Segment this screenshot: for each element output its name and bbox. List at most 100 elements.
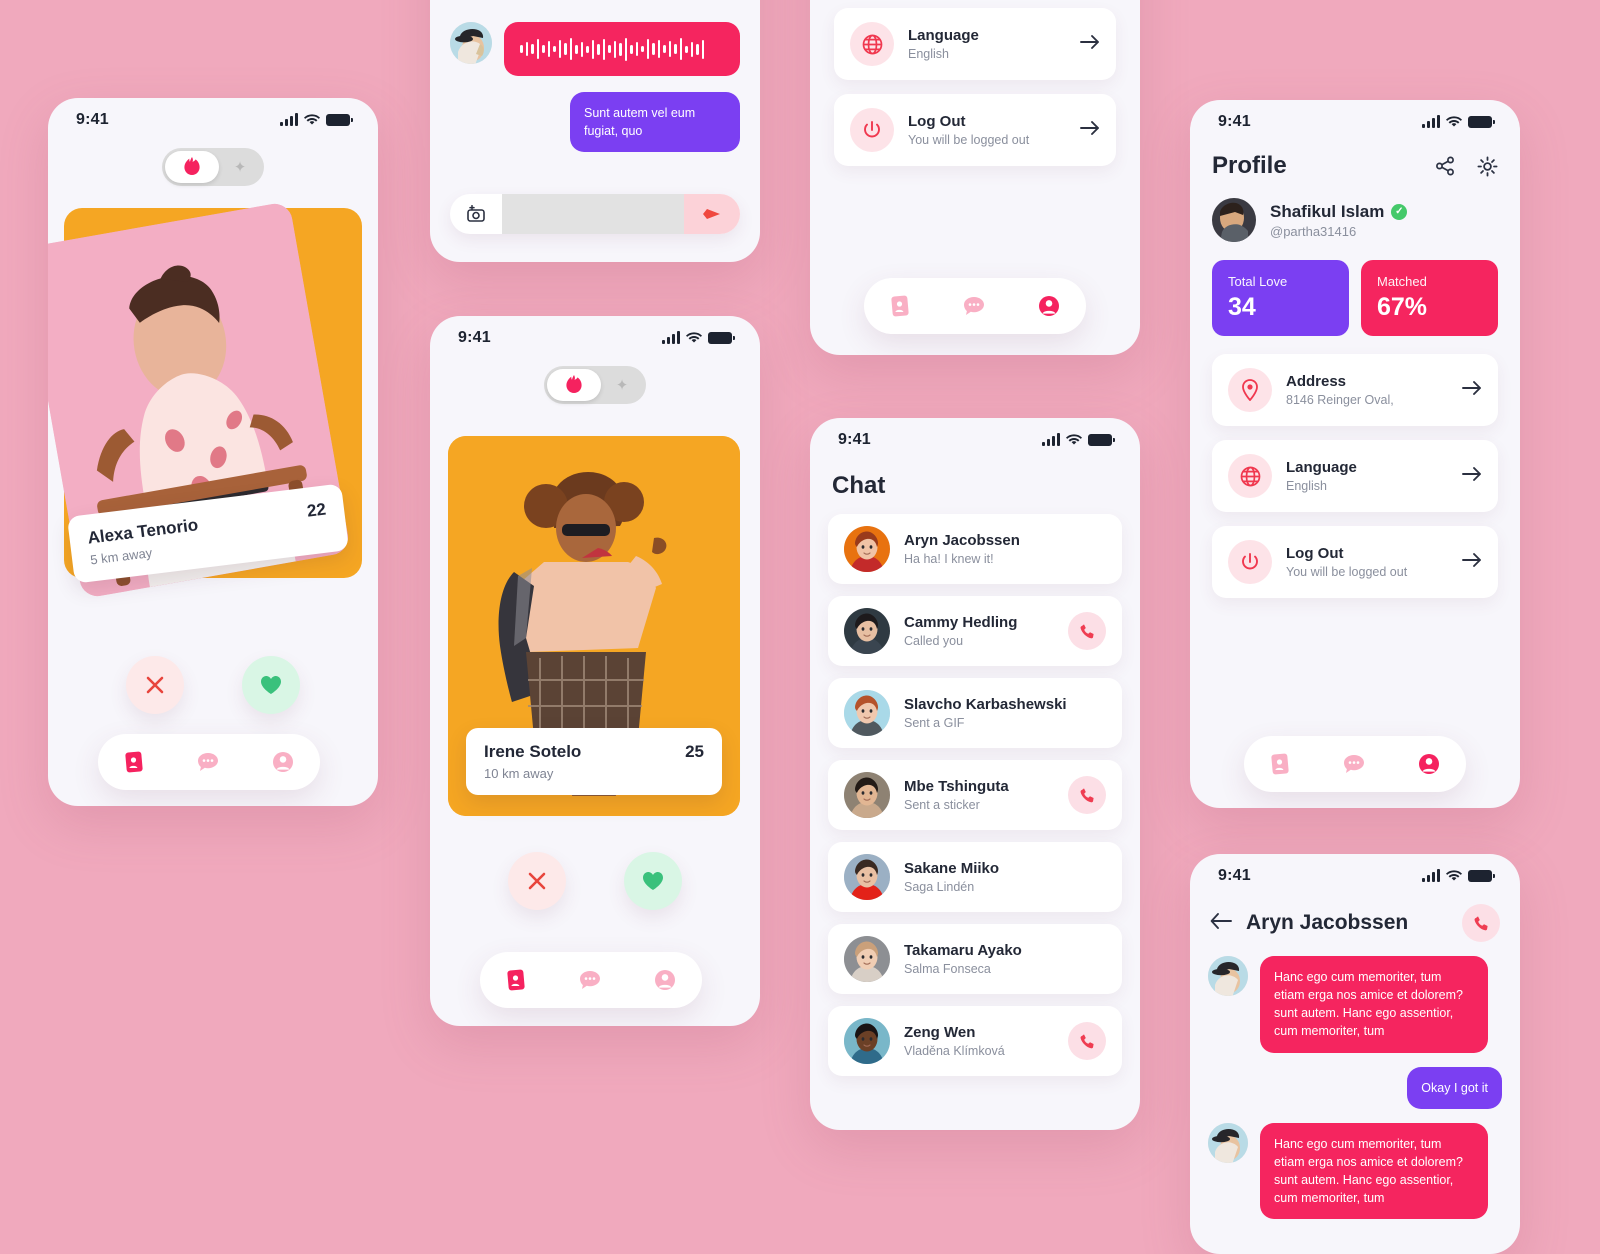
status-bar: 9:41 [1190, 100, 1520, 144]
chat-list-item[interactable]: Sakane Miiko Saga Lindén [828, 842, 1122, 912]
chat-item-name: Sakane Miiko [904, 860, 1000, 877]
dislike-button[interactable] [126, 656, 184, 714]
chat-list-item[interactable]: Slavcho Karbashewski Sent a GIF [828, 678, 1122, 748]
signal-bars-icon [1422, 869, 1440, 882]
nav-profile-icon[interactable] [272, 751, 294, 773]
avatar [844, 1018, 890, 1064]
profile-row-address[interactable]: Address 8146 Reinger Oval, [1212, 354, 1498, 426]
phone-icon[interactable] [1462, 904, 1500, 942]
signal-bars-icon [662, 331, 680, 344]
chat-item-name: Aryn Jacobssen [904, 532, 1020, 549]
chat-item-meta: Mbe Tshinguta Sent a sticker [904, 778, 1068, 812]
chat-detail-messages: Hanc ego cum memoriter, tum etiam erga n… [1190, 942, 1520, 1220]
sparkle-icon[interactable]: ✦ [219, 158, 261, 176]
battery-icon [1088, 434, 1115, 446]
voice-waveform [520, 36, 724, 62]
globe-icon [1228, 454, 1272, 498]
profile-row-language[interactable]: Language English [1212, 440, 1498, 512]
discover-mode-toggle[interactable]: ✦ [162, 148, 264, 186]
nav-profile-icon[interactable] [654, 969, 676, 991]
stat-label: Total Love [1228, 274, 1288, 289]
incoming-message-bubble[interactable]: Hanc ego cum memoriter, tum etiam erga n… [1260, 956, 1488, 1053]
nav-cards-icon[interactable] [506, 969, 526, 991]
phone-icon[interactable] [1068, 612, 1106, 650]
incoming-message-bubble[interactable]: Hanc ego cum memoriter, tum etiam erga n… [1260, 1122, 1488, 1220]
sparkle-icon[interactable]: ✦ [601, 376, 643, 394]
settings-row-language[interactable]: Language English [834, 8, 1116, 80]
settings-row-logout[interactable]: Log Out You will be logged out [834, 94, 1116, 166]
profile-stats: Total Love 34 Matched 67% [1212, 260, 1498, 336]
outgoing-message-bubble[interactable]: Sunt autem vel eum fugiat, quo [570, 92, 740, 153]
nav-chat-icon[interactable] [963, 296, 985, 316]
bottom-nav[interactable] [98, 734, 320, 790]
phone-discover-1: 9:41 ✦ Alexa Tenorio 5 km away 22 [48, 98, 378, 806]
wifi-icon [1446, 870, 1462, 881]
profile-row-logout[interactable]: Log Out You will be logged out [1212, 526, 1498, 598]
phone-chat-compose: Sunt autem vel eum fugiat, quo [430, 0, 760, 262]
card-distance: 10 km away [484, 766, 554, 781]
nav-cards-icon[interactable] [890, 295, 910, 317]
chat-list-item[interactable]: Takamaru Ayako Salma Fonseca [828, 924, 1122, 994]
profile-settings-rows: Address 8146 Reinger Oval, Language Engl… [1212, 354, 1498, 598]
phone-icon[interactable] [1068, 776, 1106, 814]
row-subtitle: 8146 Reinger Oval, [1286, 393, 1394, 407]
chat-item-preview: Salma Fonseca [904, 962, 991, 976]
flame-icon[interactable] [165, 151, 219, 183]
signal-bars-icon [280, 113, 298, 126]
avatar [844, 690, 890, 736]
avatar [844, 772, 890, 818]
arrow-left-icon[interactable] [1210, 912, 1232, 935]
like-button[interactable] [242, 656, 300, 714]
flame-icon[interactable] [547, 369, 601, 401]
share-icon[interactable] [1435, 156, 1455, 176]
phone-icon[interactable] [1068, 1022, 1106, 1060]
status-icons [280, 113, 353, 126]
arrow-right-icon[interactable] [1462, 466, 1482, 487]
like-button[interactable] [624, 852, 682, 910]
nav-chat-icon[interactable] [1343, 754, 1365, 774]
avatar-photo [1212, 198, 1256, 242]
nav-cards-icon[interactable] [124, 751, 144, 773]
nav-cards-icon[interactable] [1270, 753, 1290, 775]
nav-profile-icon[interactable] [1038, 295, 1060, 317]
nav-profile-icon[interactable] [1418, 753, 1440, 775]
arrow-right-icon[interactable] [1462, 380, 1482, 401]
avatar [844, 608, 890, 654]
message-input-bar[interactable] [450, 194, 740, 234]
avatar [1212, 198, 1256, 242]
bottom-nav[interactable] [480, 952, 702, 1008]
gear-icon[interactable] [1477, 156, 1498, 177]
camera-plus-icon[interactable] [450, 205, 502, 223]
bottom-nav[interactable] [1244, 736, 1466, 792]
message-input-field[interactable] [502, 194, 684, 234]
row-subtitle: You will be logged out [908, 133, 1030, 147]
arrow-right-icon[interactable] [1462, 552, 1482, 573]
chat-list-item[interactable]: Aryn Jacobssen Ha ha! I knew it! [828, 514, 1122, 584]
status-bar: 9:41 [810, 418, 1140, 462]
phone-settings: Language English Log Out You will be log… [810, 0, 1140, 355]
discover-mode-toggle[interactable]: ✦ [544, 366, 646, 404]
card-age: 22 [305, 499, 328, 521]
status-bar: 9:41 [48, 98, 378, 142]
bottom-nav[interactable] [864, 278, 1086, 334]
nav-chat-icon[interactable] [579, 970, 601, 990]
card-name: Irene Sotelo [484, 742, 582, 761]
chat-list-item[interactable]: Cammy Hedling Called you [828, 596, 1122, 666]
chat-item-meta: Slavcho Karbashewski Sent a GIF [904, 696, 1106, 730]
send-icon[interactable] [684, 194, 740, 234]
page-title: Chat [832, 472, 886, 499]
arrow-right-icon[interactable] [1080, 120, 1100, 141]
chat-detail-title: Aryn Jacobssen [1246, 911, 1409, 934]
nav-chat-icon[interactable] [197, 752, 219, 772]
arrow-right-icon[interactable] [1080, 34, 1100, 55]
outgoing-message-bubble[interactable]: Okay I got it [1407, 1066, 1502, 1109]
dislike-button[interactable] [508, 852, 566, 910]
voice-message-bubble[interactable] [504, 22, 740, 76]
avatar [1208, 956, 1248, 996]
heart-icon [643, 872, 663, 890]
swipe-card-stack[interactable]: Alexa Tenorio 5 km away 22 [48, 201, 378, 618]
chat-list-item[interactable]: Zeng Wen Vladěna Klímková [828, 1006, 1122, 1076]
page-title: Profile [1212, 152, 1287, 179]
chat-list-item[interactable]: Mbe Tshinguta Sent a sticker [828, 760, 1122, 830]
chat-item-meta: Cammy Hedling Called you [904, 614, 1068, 648]
